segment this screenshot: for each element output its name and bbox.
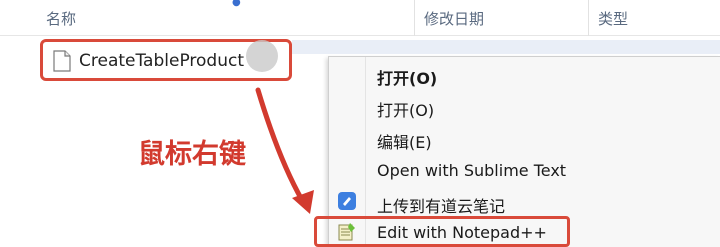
annotation-arrow xyxy=(255,87,314,214)
right-click-annotation: 鼠标右键 xyxy=(138,139,246,170)
